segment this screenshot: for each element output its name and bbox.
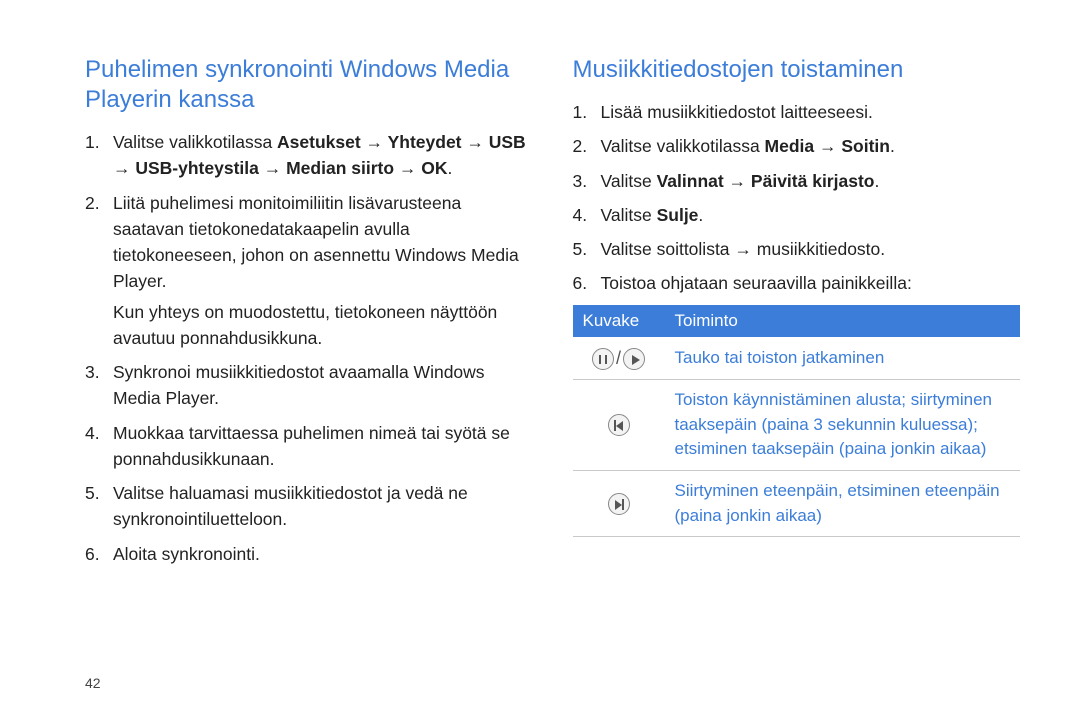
text: Valitse: [601, 171, 657, 191]
right-item-5: Valitse soittolista → musiikkitiedosto.: [573, 236, 1021, 262]
text: .: [890, 136, 895, 156]
table-row: / Tauko tai toiston jatkaminen: [573, 337, 1021, 380]
text: .: [874, 171, 879, 191]
icon-cell: /: [573, 337, 665, 380]
right-item-1: Lisää musiikkitiedostot laitteeseesi.: [573, 99, 1021, 125]
icon-cell: [573, 380, 665, 471]
left-list: Valitse valikkotilassa Asetukset → Yhtey…: [85, 129, 533, 567]
table-row: Toiston käynnistäminen alusta; siirtymin…: [573, 380, 1021, 471]
bold-text: Media → Soitin: [765, 136, 890, 156]
bold-text: Valinnat → Päivitä kirjasto: [657, 171, 875, 191]
text: .: [698, 205, 703, 225]
left-item-3: Synkronoi musiikkitiedostot avaamalla Wi…: [85, 359, 533, 412]
table-head-icon: Kuvake: [573, 305, 665, 337]
func-cell: Toiston käynnistäminen alusta; siirtymin…: [665, 380, 1021, 471]
right-item-6: Toistoa ohjataan seuraavilla painikkeill…: [573, 270, 1021, 296]
right-item-4: Valitse Sulje.: [573, 202, 1021, 228]
left-item-6: Aloita synkronointi.: [85, 541, 533, 567]
func-cell: Siirtyminen eteenpäin, etsiminen eteenpä…: [665, 471, 1021, 537]
text: Valitse valikkotilassa: [113, 132, 277, 152]
controls-table: Kuvake Toiminto / Tauko tai toiston jatk…: [573, 305, 1021, 538]
text: Valitse: [601, 205, 657, 225]
skip-forward-icon: [608, 493, 630, 515]
table-row: Siirtyminen eteenpäin, etsiminen eteenpä…: [573, 471, 1021, 537]
pause-icon: [592, 348, 614, 370]
play-icon: [623, 348, 645, 370]
left-heading: Puhelimen synkronointi Windows Media Pla…: [85, 55, 533, 115]
slash: /: [616, 348, 621, 368]
right-item-2: Valitse valikkotilassa Media → Soitin.: [573, 133, 1021, 159]
bold-text: Sulje: [657, 205, 699, 225]
page-content: Puhelimen synkronointi Windows Media Pla…: [0, 0, 1080, 595]
right-item-3: Valitse Valinnat → Päivitä kirjasto.: [573, 168, 1021, 194]
left-item-2: Liitä puhelimesi monitoimiliitin lisävar…: [85, 190, 533, 352]
left-item-4: Muokkaa tarvittaessa puhelimen nimeä tai…: [85, 420, 533, 473]
skip-back-icon: [608, 414, 630, 436]
icon-cell: [573, 471, 665, 537]
table-head-func: Toiminto: [665, 305, 1021, 337]
text: .: [448, 158, 453, 178]
right-heading: Musiikkitiedostojen toistaminen: [573, 55, 1021, 85]
page-number: 42: [85, 675, 101, 691]
right-list: Lisää musiikkitiedostot laitteeseesi. Va…: [573, 99, 1021, 297]
left-item-5: Valitse haluamasi musiikkitiedostot ja v…: [85, 480, 533, 533]
text: Valitse valikkotilassa: [601, 136, 765, 156]
func-cell: Tauko tai toiston jatkaminen: [665, 337, 1021, 380]
right-column: Musiikkitiedostojen toistaminen Lisää mu…: [573, 55, 1021, 575]
text: Liitä puhelimesi monitoimiliitin lisävar…: [113, 193, 519, 292]
sub-text: Kun yhteys on muodostettu, tietokoneen n…: [113, 299, 533, 352]
left-column: Puhelimen synkronointi Windows Media Pla…: [85, 55, 533, 575]
left-item-1: Valitse valikkotilassa Asetukset → Yhtey…: [85, 129, 533, 182]
